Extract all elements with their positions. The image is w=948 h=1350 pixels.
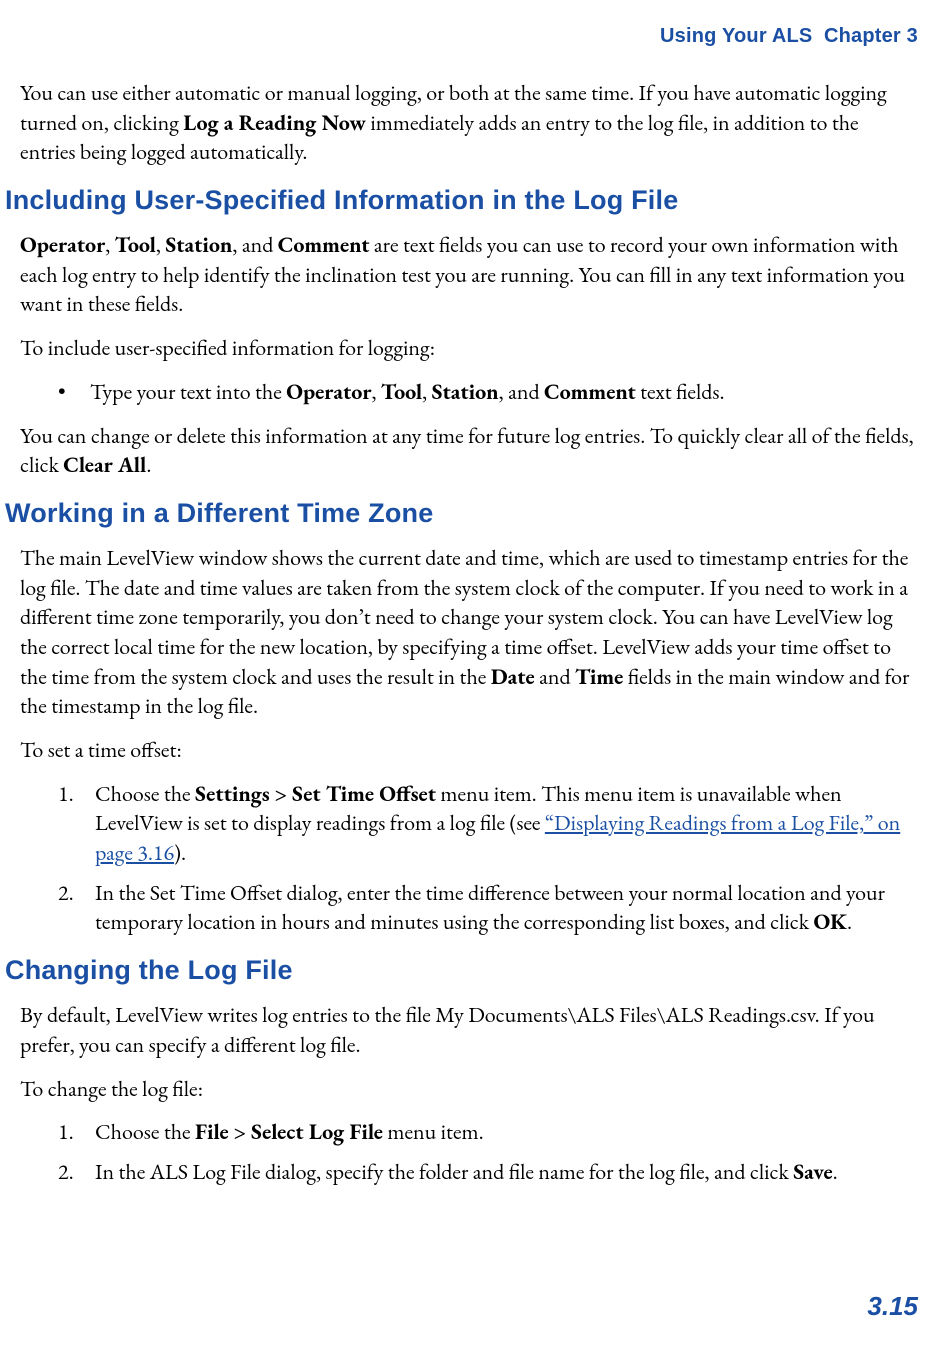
text: In the ALS Log File dialog, specify the … — [95, 1157, 793, 1186]
label-date: Date — [491, 662, 535, 691]
label-comment: Comment — [544, 377, 636, 406]
text: In the Set Time Offset dialog, enter the… — [95, 878, 885, 937]
text: . — [146, 450, 151, 479]
text: , — [422, 377, 431, 406]
label-save: Save — [793, 1157, 832, 1186]
text: text fields. — [636, 377, 725, 406]
label-time: Time — [575, 662, 623, 691]
label-clear-all: Clear All — [63, 450, 146, 479]
page-number: 3.15 — [867, 1291, 918, 1322]
bullet-item: • Type your text into the Operator, Tool… — [58, 377, 918, 407]
paragraph: Operator, Tool, Station, and Comment are… — [20, 230, 918, 319]
text: . — [847, 907, 852, 936]
label-tool: Tool — [381, 377, 422, 406]
heading-changing-log-file: Changing the Log File — [5, 955, 918, 986]
bullet-mark-icon: • — [58, 377, 90, 407]
paragraph: To change the log file: — [20, 1074, 918, 1104]
text: Choose the — [95, 1117, 195, 1146]
paragraph: To include user-specified information fo… — [20, 333, 918, 363]
heading-including-user-info: Including User-Specified Information in … — [5, 185, 918, 216]
label-log-reading-now: Log a Reading Now — [183, 108, 366, 137]
text: ). — [174, 838, 186, 867]
text: . — [833, 1157, 838, 1186]
paragraph: To set a time offset: — [20, 735, 918, 765]
bullet-text: Type your text into the Operator, Tool , … — [90, 377, 725, 407]
label-operator: Operator — [286, 377, 371, 406]
text: Type your text into the — [90, 377, 286, 406]
intro-paragraph: You can use either automatic or manual l… — [20, 78, 918, 167]
ordered-list: Choose the Settings > Set Time Offset me… — [20, 779, 918, 937]
text: Choose the — [95, 779, 195, 808]
paragraph: You can change or delete this informatio… — [20, 421, 918, 480]
text: , and — [232, 230, 277, 259]
list-item: Choose the File > Select Log File menu i… — [20, 1117, 918, 1147]
label-operator: Operator — [20, 230, 105, 259]
label-menu-settings-set-time-offset: Settings > Set Time Offset — [195, 779, 436, 808]
list-item: In the Set Time Offset dialog, enter the… — [20, 878, 918, 937]
label-station: Station — [165, 230, 232, 259]
list-item: In the ALS Log File dialog, specify the … — [20, 1157, 918, 1187]
label-comment: Comment — [278, 230, 370, 259]
ordered-list: Choose the File > Select Log File menu i… — [20, 1117, 918, 1186]
text: , — [371, 377, 380, 406]
text: You can change or delete this informatio… — [20, 421, 914, 480]
text: , — [105, 230, 114, 259]
label-station: Station — [432, 377, 499, 406]
list-item: Choose the Settings > Set Time Offset me… — [20, 779, 918, 868]
running-header: Using Your ALS Chapter 3 — [20, 25, 918, 48]
paragraph: The main LevelView window shows the curr… — [20, 543, 918, 721]
text: menu item. — [383, 1117, 484, 1146]
label-menu-file-select-log-file: File > Select Log File — [195, 1117, 383, 1146]
heading-time-zone: Working in a Different Time Zone — [5, 498, 918, 529]
text: , — [156, 230, 165, 259]
text: and — [535, 662, 575, 691]
label-tool: Tool — [115, 230, 156, 259]
label-ok: OK — [813, 907, 847, 936]
paragraph: By default, LevelView writes log entries… — [20, 1000, 918, 1059]
text: , and — [499, 377, 544, 406]
